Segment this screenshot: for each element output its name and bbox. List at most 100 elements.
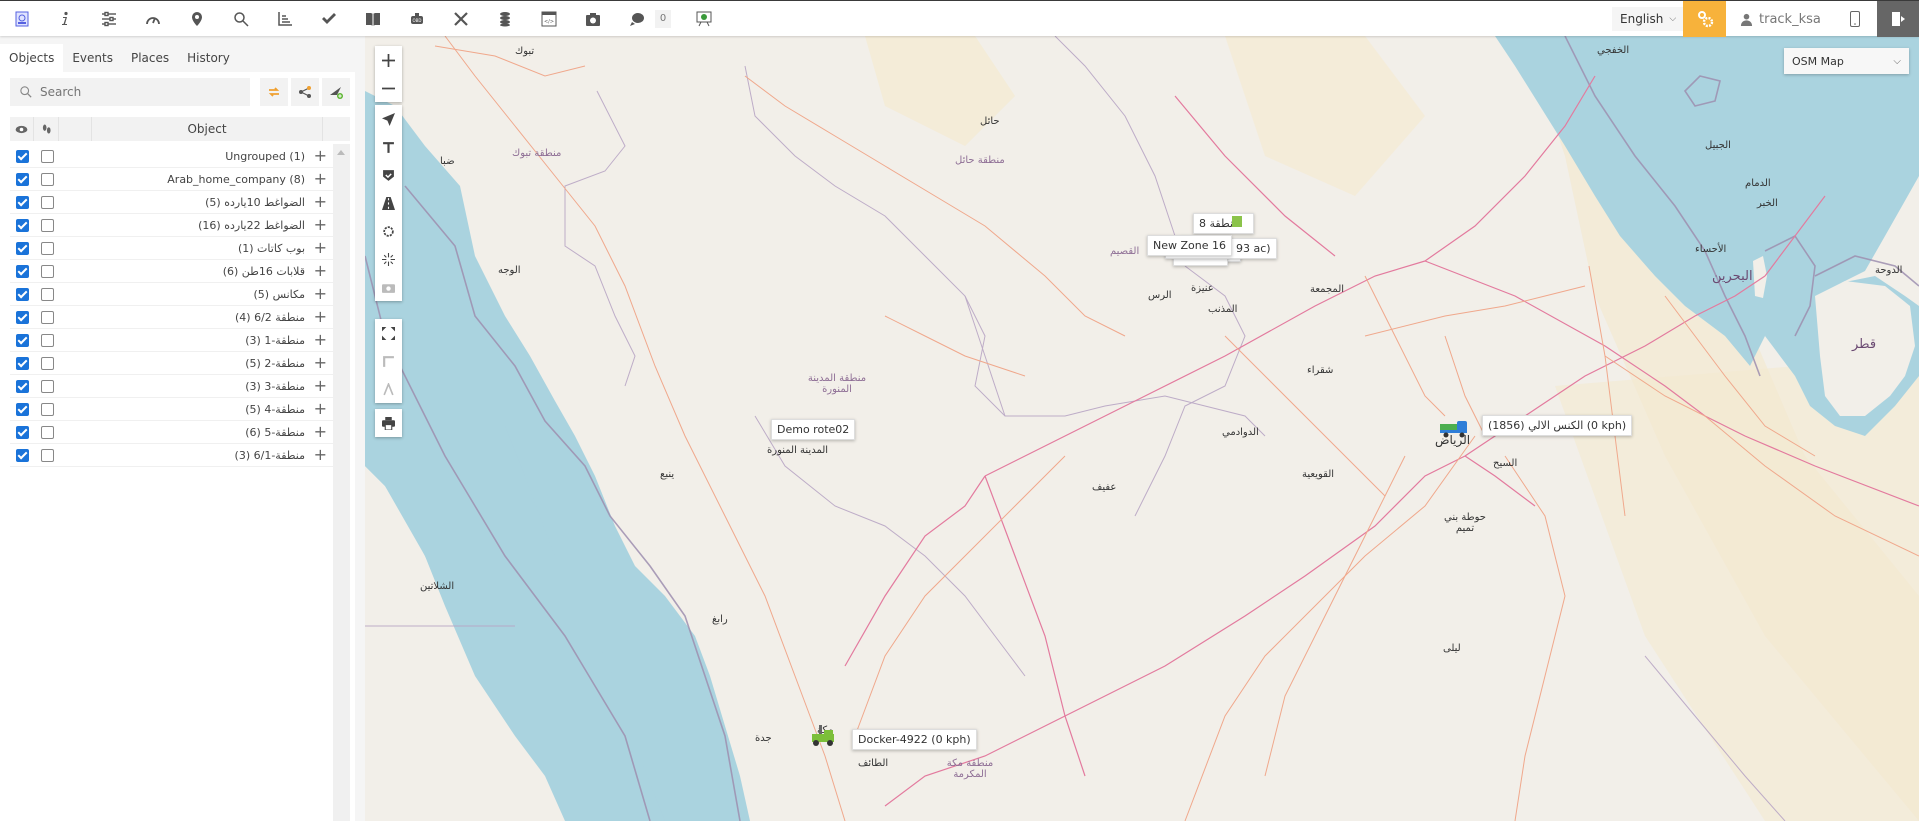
follow-checkbox[interactable] [41,288,54,301]
group-row[interactable]: (5) مكانس + [10,283,333,306]
visibility-checkbox[interactable] [16,380,29,393]
follow-checkbox[interactable] [41,380,54,393]
marker-icon[interactable] [179,1,215,37]
visibility-checkbox[interactable] [16,150,29,163]
new-zone-16-label[interactable]: New Zone 16 [1147,235,1232,256]
tab-places[interactable]: Places [122,44,178,72]
tab-events[interactable]: Events [63,44,122,72]
check-icon[interactable] [311,1,347,37]
group-row[interactable]: Ungrouped (1) + [10,145,333,168]
follow-checkbox[interactable] [41,265,54,278]
geofence-button[interactable] [375,161,402,189]
group-list-scrollbar[interactable] [333,144,350,821]
expand-plus-icon[interactable]: + [314,352,327,374]
group-row[interactable]: (4) منطقة 6/2 + [10,306,333,329]
visibility-column[interactable] [10,117,34,141]
docker-vehicle-label[interactable]: Docker-4922 (0 kph) [852,729,977,750]
group-row[interactable]: (1) بوب كاتات + [10,237,333,260]
follow-checkbox[interactable] [41,173,54,186]
expand-plus-icon[interactable]: + [314,421,327,443]
dashboard-gauge-icon[interactable] [135,1,171,37]
visibility-checkbox[interactable] [16,196,29,209]
follow-column[interactable] [34,117,59,141]
add-object-button[interactable] [322,78,350,106]
expand-plus-icon[interactable]: + [314,398,327,420]
forklift-marker-icon[interactable] [810,725,838,747]
follow-checkbox[interactable] [41,426,54,439]
follow-checkbox[interactable] [41,334,54,347]
expand-plus-icon[interactable]: + [314,237,327,259]
expand-plus-icon[interactable]: + [314,214,327,236]
settings-button[interactable] [1683,1,1726,37]
route-button[interactable] [375,189,402,217]
chat-icon[interactable] [619,1,655,37]
follow-checkbox[interactable] [41,219,54,232]
visibility-checkbox[interactable] [16,357,29,370]
marker-settings-button[interactable] [375,217,402,245]
group-row[interactable]: (6) قلابات 16طن + [10,260,333,283]
expand-plus-icon[interactable]: + [314,145,327,167]
logout-button[interactable] [1877,1,1919,37]
visibility-checkbox[interactable] [16,449,29,462]
visibility-checkbox[interactable] [16,311,29,324]
fullscreen-button[interactable] [375,319,402,347]
code-window-icon[interactable]: </> [531,1,567,37]
snapshot-button[interactable] [375,273,402,301]
visibility-checkbox[interactable] [16,242,29,255]
clusters-button[interactable] [375,245,402,273]
text-tool-button[interactable] [375,133,402,161]
reload-button[interactable] [260,78,288,106]
zone-8-label[interactable]: منطقة 8 [1193,213,1255,234]
language-select[interactable]: English ⌵ [1612,7,1685,31]
share-button[interactable] [291,78,319,106]
settings-sliders-icon[interactable] [91,1,127,37]
visibility-checkbox[interactable] [16,173,29,186]
group-row[interactable]: (3) منطقة-3 + [10,375,333,398]
chart-icon[interactable] [267,1,303,37]
expand-plus-icon[interactable]: + [314,191,327,213]
group-row[interactable]: (16) الضواغط 22يارده + [10,214,333,237]
navigate-button[interactable] [375,105,402,133]
user-menu[interactable]: track_ksa [1740,1,1821,37]
group-row[interactable]: Arab_home_company (8) + [10,168,333,191]
follow-checkbox[interactable] [41,242,54,255]
visibility-checkbox[interactable] [16,426,29,439]
expand-plus-icon[interactable]: + [314,260,327,282]
obd-icon[interactable]: OBD [399,1,435,37]
print-button[interactable] [375,409,402,437]
search-icon[interactable] [223,1,259,37]
book-icon[interactable] [355,1,391,37]
group-row[interactable]: (5) الضواغط 10يارده + [10,191,333,214]
object-column-header[interactable]: Object [92,117,323,141]
group-row[interactable]: (3) منطقة-6/1 + [10,444,333,467]
expand-plus-icon[interactable]: + [314,375,327,397]
visibility-checkbox[interactable] [16,334,29,347]
group-row[interactable]: (5) منطقة-4 + [10,398,333,421]
visibility-checkbox[interactable] [16,219,29,232]
expand-plus-icon[interactable]: + [314,329,327,351]
zone-marker-icon[interactable] [1232,216,1242,227]
zoom-out-button[interactable] [375,74,402,102]
follow-checkbox[interactable] [41,196,54,209]
follow-checkbox[interactable] [41,403,54,416]
logo-icon[interactable] [4,1,40,37]
zoom-in-button[interactable] [375,46,402,74]
search-box[interactable] [10,78,250,106]
group-row[interactable]: (5) منطقة-2 + [10,352,333,375]
expand-plus-icon[interactable]: + [314,283,327,305]
expand-plus-icon[interactable]: + [314,168,327,190]
visibility-checkbox[interactable] [16,403,29,416]
measure-area-button[interactable] [375,375,402,403]
expand-plus-icon[interactable]: + [314,306,327,328]
camera-icon[interactable] [575,1,611,37]
tools-icon[interactable] [443,1,479,37]
map-layer-select[interactable]: OSM Map ⌵ [1784,48,1909,74]
group-row[interactable]: (3) منطقة-1 + [10,329,333,352]
follow-checkbox[interactable] [41,357,54,370]
expand-plus-icon[interactable]: + [314,444,327,466]
follow-checkbox[interactable] [41,150,54,163]
coins-icon[interactable] [487,1,523,37]
truck-marker-icon[interactable] [1440,420,1468,438]
visibility-checkbox[interactable] [16,265,29,278]
group-row[interactable]: (6) منطقة-5 + [10,421,333,444]
